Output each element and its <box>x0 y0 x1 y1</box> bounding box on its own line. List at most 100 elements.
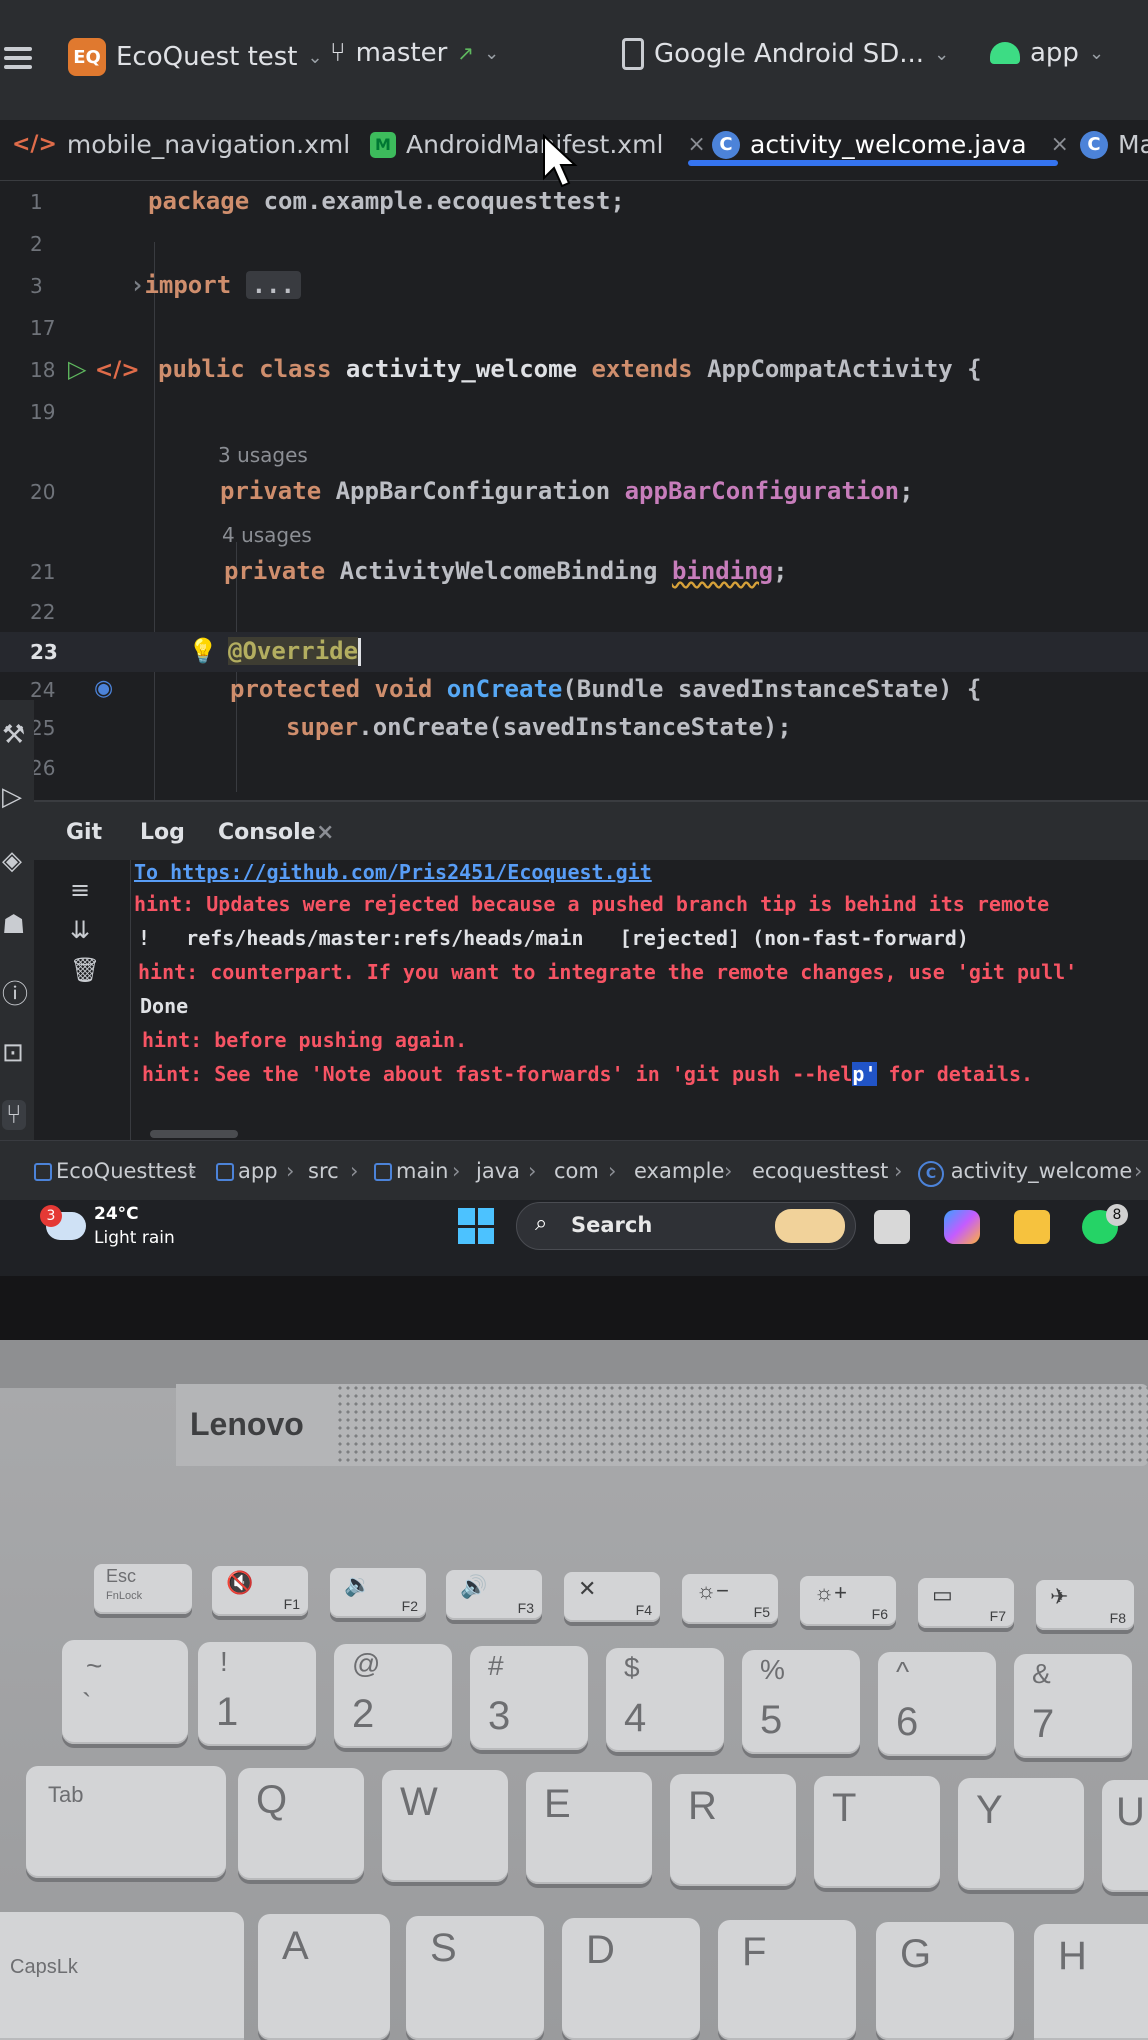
key-f7[interactable]: ▭ F7 <box>918 1578 1014 1628</box>
key-t[interactable]: T <box>814 1776 940 1888</box>
key-f1[interactable]: 🔇 F1 <box>212 1566 308 1616</box>
mouse-pointer-icon <box>543 134 578 188</box>
breadcrumb-item-project[interactable]: EcoQuesttest <box>34 1159 196 1183</box>
key-3[interactable]: #3 <box>470 1646 588 1750</box>
build-hammer-icon[interactable]: ⚒ <box>2 720 25 750</box>
problems-icon[interactable]: ⓘ <box>2 974 28 1011</box>
tab-log[interactable]: Log <box>140 820 185 845</box>
key-4[interactable]: $4 <box>606 1648 724 1752</box>
trash-icon[interactable]: 🗑 <box>70 956 100 984</box>
usage-hint[interactable]: 3 usages <box>218 443 308 467</box>
windows-start-icon[interactable] <box>458 1208 494 1244</box>
key-f2[interactable]: 🔉 F2 <box>330 1568 426 1618</box>
scroll-to-end-icon[interactable]: ⇊ <box>70 916 90 944</box>
laptop-hinge <box>0 1340 1148 1388</box>
java-class-icon: C <box>918 1161 944 1187</box>
close-icon[interactable]: × <box>316 820 334 845</box>
run-config-selector[interactable]: app ⌄ <box>990 38 1104 68</box>
key-f5[interactable]: ☼− F5 <box>682 1574 778 1624</box>
key-backtick[interactable]: ~ ` <box>62 1640 188 1744</box>
key-f3[interactable]: 🔊 F3 <box>446 1570 542 1620</box>
breadcrumb-item-main[interactable]: main <box>374 1159 448 1183</box>
key-s[interactable]: S <box>406 1916 544 2040</box>
related-xml-icon[interactable]: </> <box>95 358 140 383</box>
key-esc[interactable]: Esc FnLock <box>94 1564 192 1614</box>
branch-name: master <box>355 38 448 68</box>
git-icon[interactable]: ⑂ <box>2 1100 26 1130</box>
module-icon <box>216 1163 234 1181</box>
weather-temperature: 24°C <box>94 1204 139 1224</box>
tab-git[interactable]: Git <box>66 820 102 845</box>
main-menu-button[interactable] <box>4 42 34 74</box>
tab-console[interactable]: Console <box>218 820 316 845</box>
tab-activity-welcome[interactable]: C activity_welcome.java × <box>712 130 1069 159</box>
code-editor[interactable]: 1 package com.example.ecoquesttest; 2 3 … <box>0 182 1148 802</box>
key-r[interactable]: R <box>670 1774 796 1886</box>
soft-wrap-icon[interactable]: ≡ <box>70 876 90 904</box>
line-number: 25 <box>30 716 56 740</box>
key-6[interactable]: ^ 6 <box>878 1652 996 1756</box>
fold-arrow-icon[interactable]: › <box>130 271 144 299</box>
lightbulb-icon[interactable]: 💡 <box>188 637 218 665</box>
key-5[interactable]: % 5 <box>742 1650 860 1754</box>
key-u[interactable]: U <box>1102 1780 1148 1892</box>
close-icon[interactable]: × <box>1051 132 1069 157</box>
key-f8[interactable]: ✈ F8 <box>1036 1580 1134 1630</box>
breadcrumb-item-com[interactable]: com <box>554 1159 599 1183</box>
logcat-icon[interactable]: ☗ <box>2 910 25 940</box>
run-gutter-icon[interactable]: ▷ <box>68 355 86 383</box>
task-view-icon[interactable] <box>874 1210 910 1244</box>
key-w[interactable]: W <box>382 1770 508 1882</box>
display-switch-icon: ▭ <box>932 1582 953 1607</box>
breadcrumb-item-src[interactable]: src <box>308 1159 339 1183</box>
brightness-down-icon: ☼− <box>696 1578 730 1603</box>
java-class-icon: C <box>1080 130 1108 159</box>
device-selector[interactable]: Google Android SD... ⌄ <box>622 38 949 70</box>
key-tab[interactable]: Tab <box>26 1766 226 1878</box>
text-selection: p' <box>852 1062 877 1086</box>
mic-mute-icon: ✕ <box>578 1576 597 1601</box>
key-f[interactable]: F <box>718 1920 856 2040</box>
key-7[interactable]: & 7 <box>1014 1654 1132 1758</box>
key-g[interactable]: G <box>876 1922 1014 2040</box>
breadcrumb-item-package[interactable]: ecoquesttest <box>752 1159 888 1183</box>
tab-mobile-navigation[interactable]: </> mobile_navigation.xml <box>12 130 350 159</box>
key-a[interactable]: A <box>258 1914 390 2040</box>
breadcrumb-item-app[interactable]: app <box>216 1159 278 1183</box>
java-class-icon: C <box>712 130 740 159</box>
breadcrumb-item-java[interactable]: java <box>476 1159 520 1183</box>
search-highlight-icon <box>775 1209 845 1243</box>
run-icon[interactable]: ▷ <box>2 782 22 812</box>
copilot-icon[interactable] <box>944 1210 980 1244</box>
taskbar-search[interactable]: ⌕ Search <box>516 1202 856 1250</box>
tab-main-overflow[interactable]: C Ma <box>1080 130 1148 159</box>
gem-icon[interactable]: ◈ <box>2 846 22 876</box>
breadcrumb: EcoQuesttest › app › src › main › java ›… <box>0 1140 1148 1201</box>
search-icon: ⌕ <box>535 1211 548 1236</box>
terminal-icon[interactable]: ⊡ <box>2 1038 24 1068</box>
key-2[interactable]: @2 <box>334 1644 452 1748</box>
file-explorer-icon[interactable] <box>1014 1210 1050 1244</box>
key-d[interactable]: D <box>562 1918 700 2040</box>
horizontal-scrollbar[interactable] <box>150 1130 238 1138</box>
project-name: EcoQuest test <box>116 42 298 72</box>
project-badge: EQ <box>68 38 106 76</box>
tab-android-manifest[interactable]: M AndroidManifest.xml × <box>370 130 706 159</box>
branch-switcher[interactable]: ⑂ master ↗ ⌄ <box>330 38 499 68</box>
key-f4[interactable]: ✕ F4 <box>564 1572 660 1622</box>
project-switcher[interactable]: EQ EcoQuest test ⌄ <box>68 38 323 76</box>
close-icon[interactable]: × <box>687 132 705 157</box>
key-y[interactable]: Y <box>958 1778 1084 1890</box>
key-h[interactable]: H <box>1034 1924 1148 2040</box>
key-f6[interactable]: ☼+ F6 <box>800 1576 896 1626</box>
breadcrumb-item-example[interactable]: example <box>634 1159 724 1183</box>
key-q[interactable]: Q <box>238 1768 364 1880</box>
override-gutter-icon[interactable]: ◉ <box>94 676 113 701</box>
folded-imports[interactable]: ... <box>245 271 301 299</box>
key-e[interactable]: E <box>526 1772 652 1884</box>
chevron-right-icon: › <box>188 1159 197 1183</box>
key-1[interactable]: ! 1 <box>198 1642 316 1746</box>
breadcrumb-item-class[interactable]: C activity_welcome <box>918 1159 1132 1187</box>
key-capslock[interactable]: CapsLk <box>0 1912 244 2040</box>
usage-hint[interactable]: 4 usages <box>222 523 312 547</box>
